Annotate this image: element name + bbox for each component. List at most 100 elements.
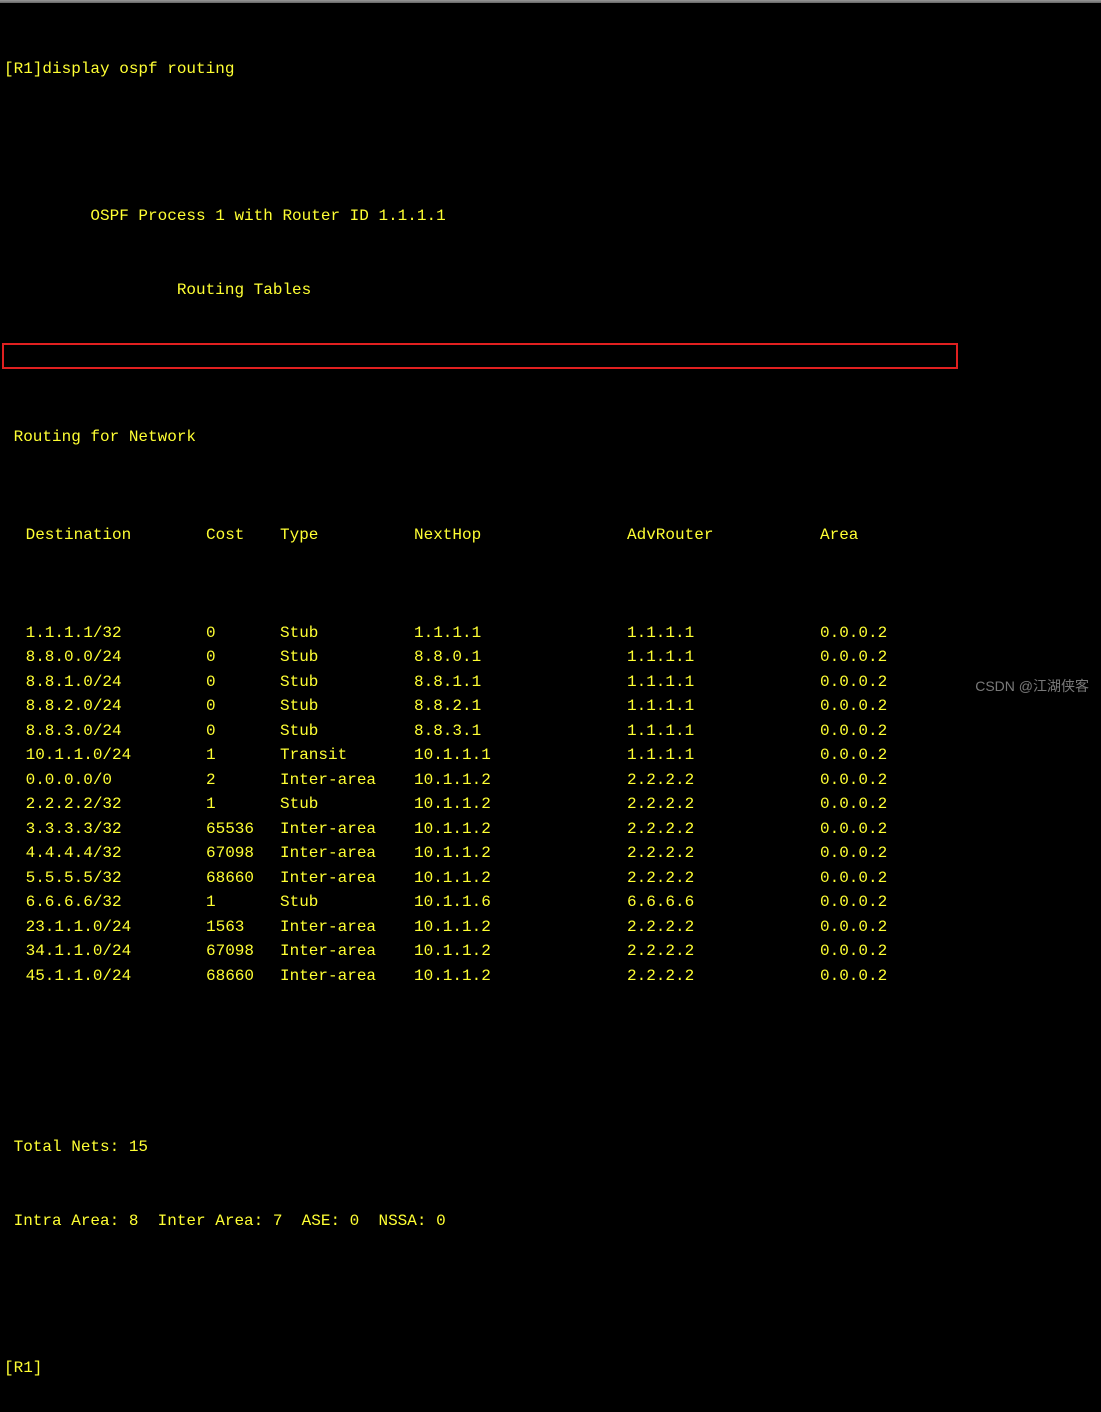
routing-tables-line: Routing Tables — [4, 278, 1097, 303]
cell-cost: 2 — [206, 768, 280, 793]
cell-destination: 1.1.1.1/32 — [4, 621, 206, 646]
cell-destination: 5.5.5.5/32 — [4, 866, 206, 891]
csdn-watermark: CSDN @江湖侠客 — [975, 676, 1089, 696]
cell-type: Stub — [280, 694, 414, 719]
cell-advrouter: 2.2.2.2 — [627, 817, 820, 842]
cell-nexthop: 1.1.1.1 — [414, 621, 627, 646]
cell-destination: 8.8.2.0/24 — [4, 694, 206, 719]
cell-area: 0.0.0.2 — [820, 841, 1097, 866]
cell-area: 0.0.0.2 — [820, 890, 1097, 915]
col-nexthop: NextHop — [414, 523, 627, 548]
cell-advrouter: 2.2.2.2 — [627, 792, 820, 817]
table-row: 45.1.1.0/2468660Inter-area10.1.1.22.2.2.… — [4, 964, 1097, 989]
table-row: 8.8.1.0/240Stub8.8.1.11.1.1.10.0.0.2 — [4, 670, 1097, 695]
cell-area: 0.0.0.2 — [820, 964, 1097, 989]
cell-destination: 3.3.3.3/32 — [4, 817, 206, 842]
blank-line — [4, 351, 1097, 376]
cell-advrouter: 6.6.6.6 — [627, 890, 820, 915]
table-row: 10.1.1.0/241Transit10.1.1.11.1.1.10.0.0.… — [4, 743, 1097, 768]
cell-advrouter: 1.1.1.1 — [627, 743, 820, 768]
prompt-line: [R1] — [4, 1356, 1097, 1381]
cell-type: Inter-area — [280, 866, 414, 891]
cell-area: 0.0.0.2 — [820, 939, 1097, 964]
cell-advrouter: 2.2.2.2 — [627, 964, 820, 989]
cell-nexthop: 10.1.1.2 — [414, 939, 627, 964]
cell-type: Inter-area — [280, 817, 414, 842]
cell-advrouter: 2.2.2.2 — [627, 915, 820, 940]
cell-cost: 67098 — [206, 939, 280, 964]
col-advrouter: AdvRouter — [627, 523, 820, 548]
cell-area: 0.0.0.2 — [820, 866, 1097, 891]
cell-nexthop: 8.8.1.1 — [414, 670, 627, 695]
summary-line: Intra Area: 8 Inter Area: 7 ASE: 0 NSSA:… — [4, 1209, 1097, 1234]
table-header-row: Destination Cost Type NextHop AdvRouter … — [4, 523, 1097, 548]
cell-destination: 6.6.6.6/32 — [4, 890, 206, 915]
col-area: Area — [820, 523, 1097, 548]
table-row: 3.3.3.3/3265536Inter-area10.1.1.22.2.2.2… — [4, 817, 1097, 842]
cell-advrouter: 1.1.1.1 — [627, 621, 820, 646]
table-row: 1.1.1.1/320Stub1.1.1.11.1.1.10.0.0.2 — [4, 621, 1097, 646]
cell-cost: 0 — [206, 719, 280, 744]
cell-type: Stub — [280, 719, 414, 744]
col-type: Type — [280, 523, 414, 548]
cell-cost: 1 — [206, 743, 280, 768]
cell-advrouter: 2.2.2.2 — [627, 768, 820, 793]
command-line: [R1]display ospf routing — [4, 57, 1097, 82]
cell-area: 0.0.0.2 — [820, 645, 1097, 670]
cell-advrouter: 2.2.2.2 — [627, 841, 820, 866]
cell-type: Stub — [280, 670, 414, 695]
table-row: 2.2.2.2/321Stub10.1.1.22.2.2.20.0.0.2 — [4, 792, 1097, 817]
blank-line — [4, 1062, 1097, 1087]
cell-nexthop: 10.1.1.2 — [414, 768, 627, 793]
cell-advrouter: 1.1.1.1 — [627, 719, 820, 744]
cell-cost: 0 — [206, 621, 280, 646]
table-row: 8.8.3.0/240Stub8.8.3.11.1.1.10.0.0.2 — [4, 719, 1097, 744]
cell-area: 0.0.0.2 — [820, 792, 1097, 817]
cell-nexthop: 10.1.1.2 — [414, 817, 627, 842]
cell-cost: 1563 — [206, 915, 280, 940]
cell-destination: 0.0.0.0/0 — [4, 768, 206, 793]
cell-destination: 2.2.2.2/32 — [4, 792, 206, 817]
cell-type: Inter-area — [280, 939, 414, 964]
cell-nexthop: 10.1.1.2 — [414, 792, 627, 817]
table-row: 8.8.2.0/240Stub8.8.2.11.1.1.10.0.0.2 — [4, 694, 1097, 719]
cell-advrouter: 1.1.1.1 — [627, 645, 820, 670]
cell-destination: 45.1.1.0/24 — [4, 964, 206, 989]
cell-area: 0.0.0.2 — [820, 768, 1097, 793]
terminal-output[interactable]: [R1]display ospf routing OSPF Process 1 … — [0, 0, 1101, 1412]
cell-nexthop: 8.8.3.1 — [414, 719, 627, 744]
cell-type: Stub — [280, 645, 414, 670]
cell-type: Inter-area — [280, 964, 414, 989]
cell-cost: 67098 — [206, 841, 280, 866]
cell-nexthop: 8.8.0.1 — [414, 645, 627, 670]
cell-nexthop: 10.1.1.2 — [414, 915, 627, 940]
cell-type: Stub — [280, 890, 414, 915]
cell-area: 0.0.0.2 — [820, 817, 1097, 842]
table-row: 23.1.1.0/241563Inter-area10.1.1.22.2.2.2… — [4, 915, 1097, 940]
cell-cost: 65536 — [206, 817, 280, 842]
cell-type: Inter-area — [280, 915, 414, 940]
table-row: 4.4.4.4/3267098Inter-area10.1.1.22.2.2.2… — [4, 841, 1097, 866]
cell-cost: 68660 — [206, 964, 280, 989]
routing-section-title: Routing for Network — [4, 425, 1097, 450]
cell-area: 0.0.0.2 — [820, 915, 1097, 940]
cell-cost: 0 — [206, 645, 280, 670]
table-row: 6.6.6.6/321Stub10.1.1.66.6.6.60.0.0.2 — [4, 890, 1097, 915]
cell-nexthop: 10.1.1.6 — [414, 890, 627, 915]
cell-area: 0.0.0.2 — [820, 719, 1097, 744]
table-row: 0.0.0.0/02Inter-area10.1.1.22.2.2.20.0.0… — [4, 768, 1097, 793]
cell-cost: 68660 — [206, 866, 280, 891]
cell-type: Inter-area — [280, 768, 414, 793]
cell-cost: 1 — [206, 890, 280, 915]
cell-destination: 10.1.1.0/24 — [4, 743, 206, 768]
routing-table-body: 1.1.1.1/320Stub1.1.1.11.1.1.10.0.0.2 8.8… — [4, 621, 1097, 989]
cell-cost: 0 — [206, 694, 280, 719]
cell-type: Stub — [280, 792, 414, 817]
window-top-border — [0, 0, 1101, 3]
cell-destination: 34.1.1.0/24 — [4, 939, 206, 964]
col-destination: Destination — [4, 523, 206, 548]
cell-nexthop: 8.8.2.1 — [414, 694, 627, 719]
blank-line — [4, 1282, 1097, 1307]
cell-advrouter: 2.2.2.2 — [627, 866, 820, 891]
table-row: 34.1.1.0/2467098Inter-area10.1.1.22.2.2.… — [4, 939, 1097, 964]
